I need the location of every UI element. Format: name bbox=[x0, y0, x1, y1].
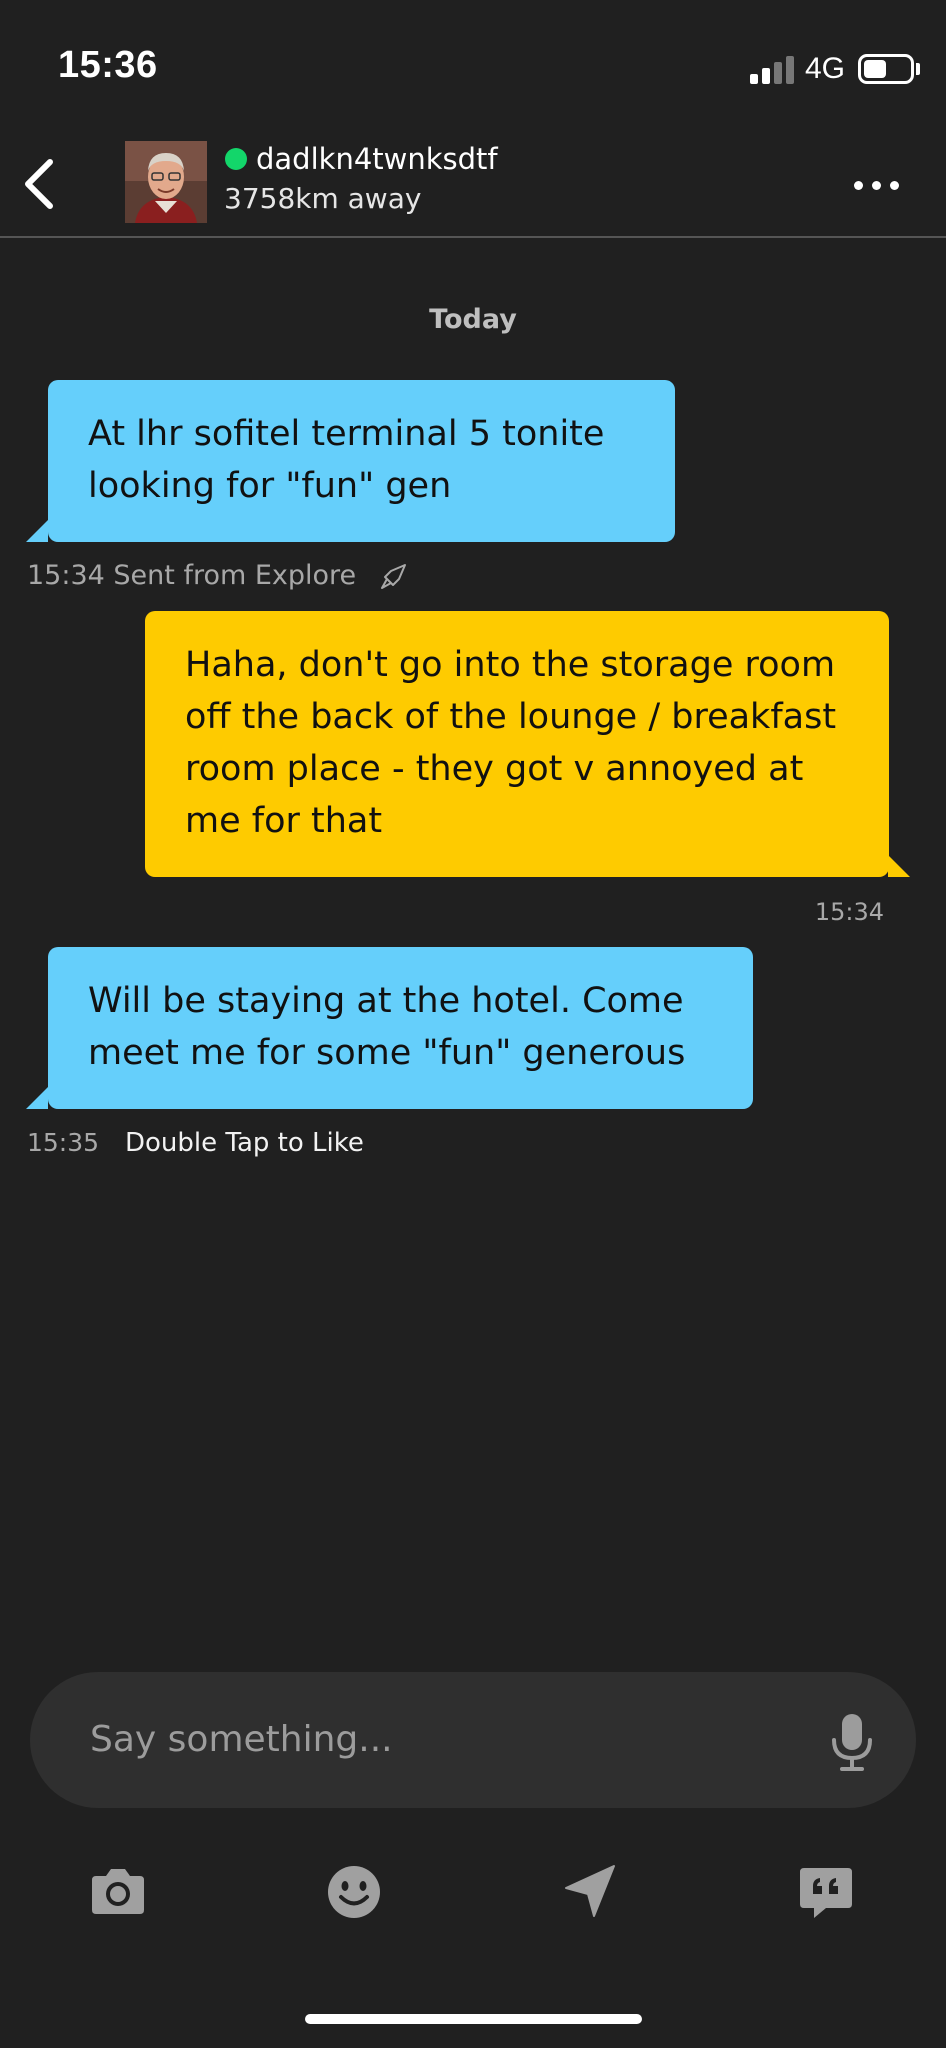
location-icon bbox=[565, 1865, 615, 1917]
message-time: 15:34 bbox=[814, 898, 884, 926]
message-bubble-outgoing[interactable]: Haha, don't go into the storage room off… bbox=[145, 611, 889, 877]
message-bubble-incoming[interactable]: Will be staying at the hotel. Come meet … bbox=[48, 947, 753, 1109]
message-line: off the back of the lounge / breakfast bbox=[185, 697, 837, 737]
location-button[interactable] bbox=[558, 1860, 622, 1924]
message-line: At lhr sofitel terminal 5 tonite bbox=[88, 414, 605, 454]
avatar[interactable] bbox=[125, 141, 207, 223]
status-time: 15:36 bbox=[58, 44, 158, 86]
emoji-icon bbox=[328, 1866, 380, 1918]
network-type: 4G bbox=[805, 52, 846, 85]
message-line: meet me for some "fun" generous bbox=[88, 1033, 686, 1073]
message-time: 15:34 bbox=[27, 560, 105, 591]
message-line: looking for "fun" gen bbox=[88, 466, 452, 506]
emoji-button[interactable] bbox=[322, 1860, 386, 1924]
online-status-dot bbox=[225, 148, 247, 170]
message-line: Will be staying at the hotel. Come bbox=[88, 981, 684, 1021]
saved-phrases-icon bbox=[800, 1868, 852, 1918]
message-input[interactable]: Say something... bbox=[30, 1672, 916, 1808]
sent-from-label: Sent from Explore bbox=[113, 560, 357, 591]
chat-header: dadlkn4twnksdtf 3758km away bbox=[0, 130, 946, 238]
camera-icon bbox=[92, 1869, 144, 1914]
battery-nub bbox=[916, 63, 920, 75]
bubble-tail bbox=[26, 1087, 48, 1109]
message-meta: 15:35 Double Tap to Like bbox=[27, 1128, 364, 1158]
profile-photo bbox=[125, 141, 207, 223]
cellular-signal-icon bbox=[750, 56, 794, 84]
more-dot bbox=[872, 181, 881, 190]
input-placeholder: Say something... bbox=[90, 1719, 393, 1760]
date-separator: Today bbox=[429, 304, 517, 335]
camera-button[interactable] bbox=[86, 1860, 150, 1924]
message-line: room place - they got v annoyed at bbox=[185, 749, 804, 789]
distance-label: 3758km away bbox=[224, 182, 422, 215]
chevron-left-icon bbox=[25, 159, 53, 209]
message-line: me for that bbox=[185, 801, 383, 841]
message-bubble-incoming[interactable]: At lhr sofitel terminal 5 tonite looking… bbox=[48, 380, 675, 542]
more-dot bbox=[854, 181, 863, 190]
saved-phrases-button[interactable] bbox=[794, 1860, 858, 1924]
bubble-tail bbox=[26, 520, 48, 542]
more-dot bbox=[890, 181, 899, 190]
rocket-icon bbox=[380, 563, 406, 589]
home-indicator[interactable] bbox=[305, 2014, 642, 2024]
bubble-tail bbox=[888, 855, 910, 877]
battery-icon bbox=[858, 54, 914, 84]
username[interactable]: dadlkn4twnksdtf bbox=[256, 142, 498, 176]
back-button[interactable] bbox=[14, 152, 66, 216]
message-line: Haha, don't go into the storage room bbox=[185, 645, 836, 685]
status-bar: 15:36 4G bbox=[0, 0, 946, 130]
message-meta: 15:34 Sent from Explore bbox=[27, 560, 407, 591]
message-time: 15:35 bbox=[27, 1128, 100, 1157]
more-options-button[interactable] bbox=[846, 170, 906, 200]
microphone-icon[interactable] bbox=[830, 1712, 874, 1772]
double-tap-like-hint[interactable]: Double Tap to Like bbox=[125, 1128, 364, 1158]
